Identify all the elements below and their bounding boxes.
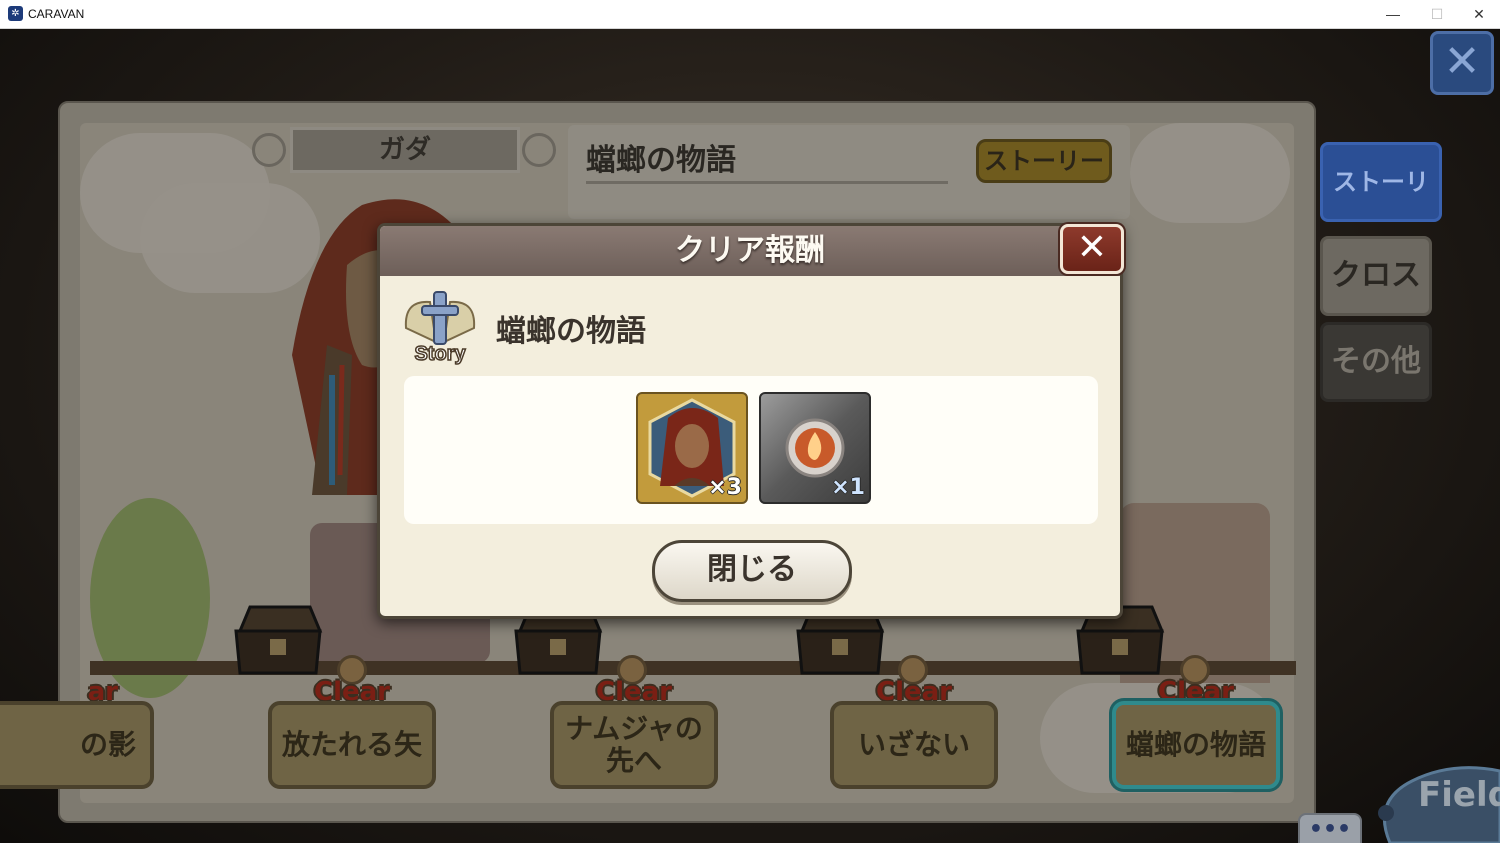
stage-label: 蟷螂の物語	[1125, 728, 1266, 761]
stage-card[interactable]: 放たれる矢	[268, 701, 436, 789]
stage-label: の影	[79, 728, 136, 761]
window-titlebar: ✲ CARAVAN — ☐ ✕	[0, 0, 1500, 29]
stage-label: 放たれる矢	[281, 728, 422, 761]
stage-card[interactable]: ナムジャの 先へ	[550, 701, 718, 789]
cloud-decoration	[1130, 123, 1290, 223]
maximize-button[interactable]: ☐	[1414, 0, 1460, 28]
story-title: 蟷螂の物語	[586, 143, 736, 178]
stage-label-line2: 先へ	[605, 744, 662, 777]
stage-card[interactable]: の影	[0, 701, 154, 789]
stage-card[interactable]: いざない	[830, 701, 998, 789]
character-nameplate: ガダ	[290, 127, 520, 173]
stage-label: いざない	[857, 728, 970, 761]
stage-label: ナムジャの	[565, 712, 703, 745]
field-button-label[interactable]: Field	[1418, 775, 1500, 815]
emblem-label: Story	[414, 343, 466, 365]
story-emblem-icon: Story	[404, 291, 476, 366]
minimize-button[interactable]: —	[1370, 0, 1416, 28]
reward-quantity: ×1	[831, 475, 865, 500]
dialog-close-button[interactable]: ✕	[1060, 224, 1124, 274]
stage-card-selected[interactable]: 蟷螂の物語	[1112, 701, 1280, 789]
story-header: 蟷螂の物語 ストーリー	[568, 125, 1130, 219]
close-button[interactable]: 閉じる	[652, 540, 852, 602]
dialog-title: クリア報酬	[380, 226, 1120, 276]
clear-reward-dialog: クリア報酬 ✕ Story 蟷螂の物語 ×3 ×1 閉じる	[377, 223, 1124, 619]
reward-fire-orb[interactable]: ×1	[759, 392, 871, 504]
game-viewport: ガダ 蟷螂の物語 ストーリー ar Clear Clear Clear Clea…	[0, 29, 1500, 843]
more-options-button[interactable]: •••	[1298, 813, 1362, 843]
treasure-chest-icon[interactable]	[230, 601, 326, 683]
title-underline	[586, 181, 948, 184]
nameplate-ornament-left	[252, 133, 286, 167]
window-title: CARAVAN	[28, 7, 85, 21]
tab-story[interactable]: ストーリー	[1320, 142, 1442, 270]
reward-stage-name: 蟷螂の物語	[496, 314, 646, 349]
tab-other[interactable]: その他	[1320, 322, 1432, 402]
reward-quantity: ×3	[708, 475, 742, 500]
reward-character-card[interactable]: ×3	[636, 392, 748, 504]
window-close-button[interactable]: ✕	[1456, 0, 1500, 28]
story-button[interactable]: ストーリー	[976, 139, 1112, 183]
caravan-app-icon: ✲	[8, 6, 23, 21]
tab-cross[interactable]: クロス	[1320, 236, 1432, 316]
screen-close-button[interactable]: ✕	[1430, 31, 1494, 95]
nameplate-ornament-right	[522, 133, 556, 167]
reward-list: ×3 ×1	[404, 376, 1098, 524]
